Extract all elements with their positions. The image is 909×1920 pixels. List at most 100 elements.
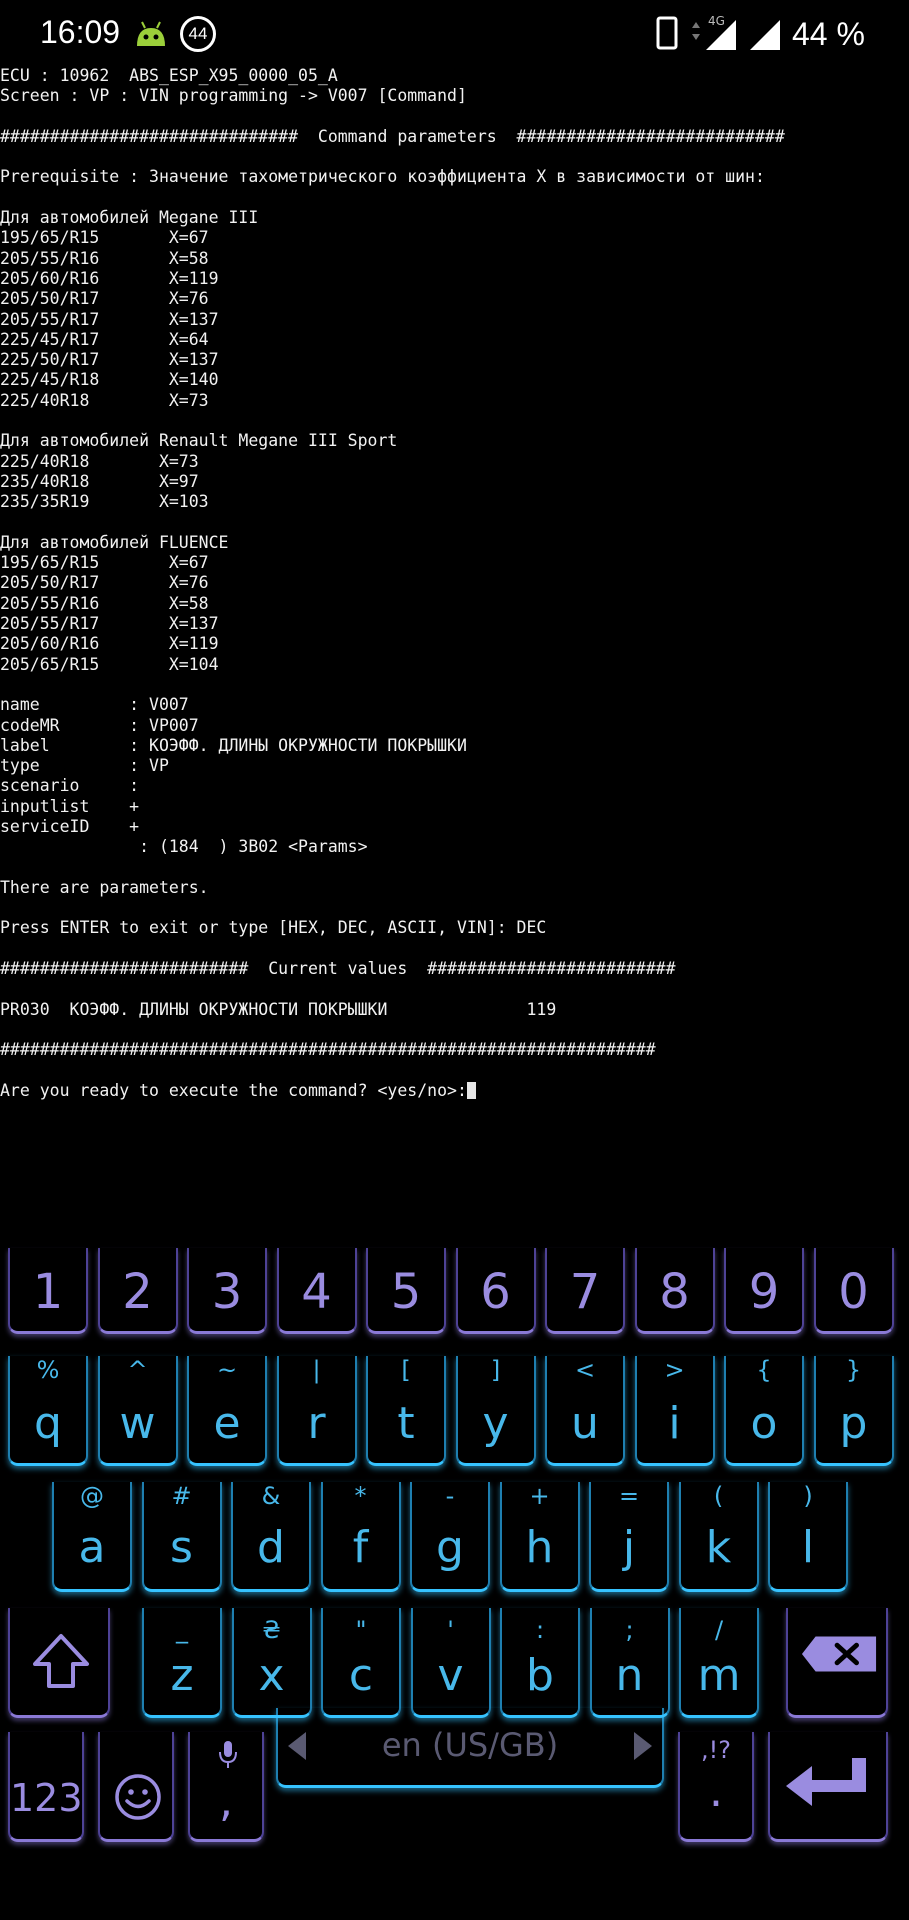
- key-alt-label: ^: [127, 1356, 148, 1384]
- terminal-prompt-line[interactable]: Are you ready to execute the command? <y…: [0, 1081, 909, 1101]
- key-r[interactable]: | r: [276, 1356, 357, 1466]
- key-5[interactable]: 5: [366, 1248, 446, 1334]
- emoji-icon: [115, 1774, 161, 1820]
- key-alt-label: &: [261, 1482, 281, 1510]
- key-z[interactable]: _ z: [142, 1608, 222, 1718]
- key-i[interactable]: > i: [634, 1356, 715, 1466]
- key-alt-label: ₴: [262, 1616, 281, 1644]
- key-q[interactable]: % q: [8, 1356, 88, 1466]
- key-alt-label: |: [312, 1356, 321, 1384]
- emoji-key[interactable]: [98, 1732, 174, 1842]
- key-label: 9: [748, 1264, 780, 1320]
- terminal-line: inputlist +: [0, 796, 140, 816]
- key-m[interactable]: / m: [679, 1608, 759, 1718]
- terminal-line: 205/55/R17 X=137: [0, 309, 219, 329]
- terminal-line: codeMR : VP007: [0, 715, 199, 735]
- key-label: m: [697, 1650, 741, 1701]
- terminal-line: 205/60/R16 X=119: [0, 634, 219, 654]
- key-alt-label: }: [845, 1356, 862, 1384]
- key-h[interactable]: + h: [499, 1482, 580, 1592]
- terminal-line: name : V007: [0, 695, 189, 715]
- key-x[interactable]: ₴ x: [231, 1608, 312, 1718]
- keyboard-language-label: en (US/GB): [381, 1726, 559, 1764]
- key-n[interactable]: ; n: [589, 1608, 670, 1718]
- key-a[interactable]: @ a: [52, 1482, 132, 1592]
- key-alt-label: ~: [216, 1356, 238, 1384]
- terminal-line: 205/50/R17 X=76: [0, 573, 209, 593]
- key-l[interactable]: ) l: [768, 1482, 848, 1592]
- symbols-key[interactable]: 123: [8, 1732, 84, 1842]
- key-c[interactable]: " c: [321, 1608, 401, 1718]
- key-alt-label: #: [171, 1482, 192, 1510]
- key-label: 0: [838, 1264, 869, 1320]
- terminal-line: serviceID +: [0, 816, 140, 836]
- terminal-line: ########################################…: [0, 1040, 656, 1060]
- key-alt-label: ]: [490, 1356, 501, 1384]
- key-alt-label: <: [574, 1356, 596, 1384]
- enter-key[interactable]: [768, 1732, 888, 1842]
- key-alt-label: {: [756, 1356, 772, 1384]
- terminal-line: Screen : VP : VIN programming -> V007 [C…: [0, 86, 467, 106]
- terminal-line: 205/55/R16 X=58: [0, 593, 209, 613]
- key-y[interactable]: ] y: [455, 1356, 536, 1466]
- key-label: b: [526, 1650, 554, 1701]
- key-s[interactable]: # s: [141, 1482, 222, 1592]
- key-7[interactable]: 7: [545, 1248, 625, 1334]
- terminal-line: Prerequisite : Значение тахометрического…: [0, 167, 765, 187]
- key-label: w: [119, 1398, 156, 1449]
- comma-key[interactable]: ,: [188, 1732, 264, 1842]
- key-e[interactable]: ~ e: [187, 1356, 267, 1466]
- terminal-line: Для автомобилей Megane III: [0, 208, 259, 228]
- key-label: i: [668, 1398, 681, 1449]
- key-p[interactable]: } p: [813, 1356, 894, 1466]
- key-alt-label: %: [36, 1356, 60, 1384]
- key-v[interactable]: ' v: [410, 1608, 491, 1718]
- key-label: u: [571, 1398, 599, 1449]
- terminal-line: label : КОЭФФ. ДЛИНЫ ОКРУЖНОСТИ ПОКРЫШКИ: [0, 735, 467, 755]
- notification-badge: 44: [180, 16, 216, 52]
- microphone-icon: [219, 1741, 237, 1768]
- key-9[interactable]: 9: [724, 1248, 804, 1334]
- key-o[interactable]: {o: [724, 1356, 804, 1466]
- shift-key[interactable]: [8, 1608, 110, 1718]
- terminal-line: ############################## Command p…: [0, 126, 785, 146]
- terminal-line: PR030 КОЭФФ. ДЛИНЫ ОКРУЖНОСТИ ПОКРЫШКИ 1…: [0, 999, 557, 1019]
- key-3[interactable]: 3: [187, 1248, 267, 1334]
- terminal-line: Press ENTER to exit or type [HEX, DEC, A…: [0, 918, 547, 938]
- key-label: o: [750, 1398, 778, 1449]
- key-j[interactable]: = j: [589, 1482, 669, 1592]
- space-bar[interactable]: en (US/GB): [276, 1708, 664, 1788]
- key-f[interactable]: * f: [320, 1482, 401, 1592]
- key-w[interactable]: ^ w: [97, 1356, 178, 1466]
- key-label: k: [705, 1522, 732, 1573]
- key-g[interactable]: -g: [410, 1482, 490, 1592]
- key-1[interactable]: 1: [8, 1248, 88, 1334]
- terminal-line: scenario :: [0, 776, 140, 796]
- key-4[interactable]: 4: [276, 1248, 357, 1334]
- key-alt-label: ,!?: [701, 1736, 731, 1764]
- key-label: l: [801, 1522, 815, 1573]
- key-8[interactable]: 8: [634, 1248, 715, 1334]
- period-key[interactable]: ,!?.: [678, 1732, 754, 1842]
- key-d[interactable]: & d: [231, 1482, 311, 1592]
- key-k[interactable]: (k: [678, 1482, 759, 1592]
- backspace-key[interactable]: [786, 1608, 888, 1718]
- terminal-line: 225/50/R17 X=137: [0, 350, 219, 370]
- key-u[interactable]: < u: [545, 1356, 625, 1466]
- key-label: 6: [480, 1264, 511, 1320]
- key-6[interactable]: 6: [455, 1248, 536, 1334]
- key-label: j: [622, 1522, 636, 1573]
- terminal-output: ECU : 10962 ABS_ESP_X95_0000_05_A Screen …: [0, 66, 909, 1101]
- phone-icon: [656, 16, 678, 50]
- key-label: c: [348, 1650, 374, 1701]
- key-b[interactable]: :b: [500, 1608, 580, 1718]
- key-t[interactable]: [t: [366, 1356, 446, 1466]
- key-2[interactable]: 2: [97, 1248, 178, 1334]
- arrow-right-icon: [634, 1732, 652, 1760]
- key-0[interactable]: 0: [813, 1248, 894, 1334]
